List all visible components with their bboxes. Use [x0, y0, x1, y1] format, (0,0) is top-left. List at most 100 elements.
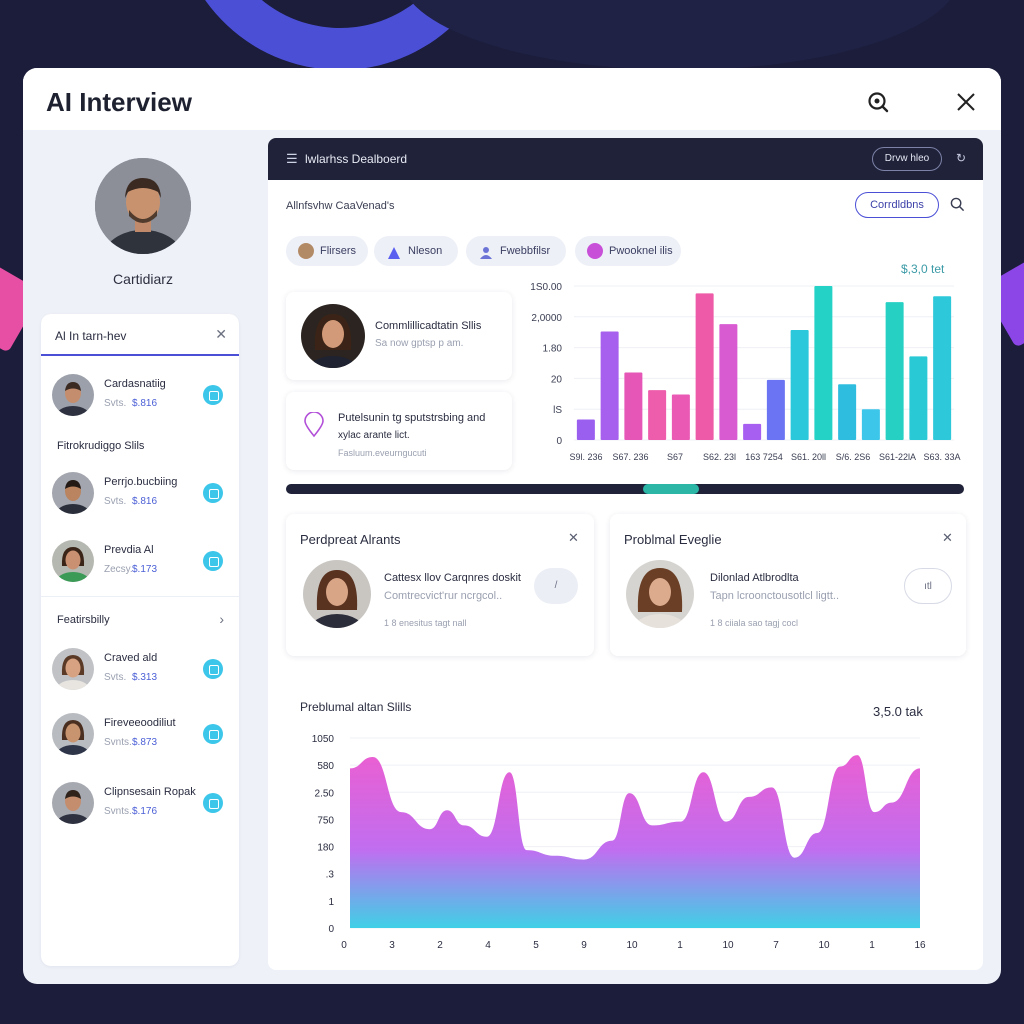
filter-chip[interactable]: Fwebbfilsr — [466, 236, 566, 266]
close-icon[interactable] — [954, 90, 978, 114]
app-title: AI Interview — [46, 87, 192, 117]
bar[interactable] — [600, 331, 619, 440]
dashboard-panel: ☰ lwlarhss Dealboerd Drvw hleo ↻ Allnfsv… — [268, 138, 983, 970]
item-score-label: Svnts. — [104, 806, 132, 817]
y-tick-label: 20 — [551, 374, 563, 385]
chevron-right-icon[interactable]: › — [219, 611, 224, 627]
note-line1: Putelsunin tg sputstrsbing and — [338, 412, 486, 424]
item-score: $.313 — [132, 672, 158, 683]
list-item[interactable]: Craved ald Svts. $.313 — [41, 640, 239, 700]
item-score-label: Svts. — [104, 672, 127, 683]
panel-title: Al In tarn-hev — [55, 329, 127, 343]
filter-chip[interactable]: Pwooknel ilis — [575, 236, 681, 266]
alert-action-button[interactable]: ıtl — [904, 568, 952, 604]
x-tick-label: S63. 33A — [923, 452, 960, 462]
note-card[interactable]: Putelsunin tg sputstrsbing and xylac ara… — [286, 392, 512, 470]
bar[interactable] — [671, 394, 690, 440]
bar[interactable] — [648, 390, 667, 440]
x-tick-label: 4 — [485, 940, 491, 951]
alert-meta: 1 8 enesitus tagt nall — [384, 618, 467, 628]
bar[interactable] — [743, 423, 762, 440]
item-name: Clipnsesain Ropak — [104, 786, 196, 798]
y-tick-label: 2,0000 — [531, 313, 562, 324]
search-icon[interactable] — [950, 197, 965, 215]
chip-label: Nleson — [408, 245, 443, 257]
select-check-icon[interactable] — [203, 385, 223, 405]
list-item[interactable]: Fireveeoodiliut Svnts. $.873 — [41, 705, 239, 765]
horizontal-scrollbar[interactable] — [286, 484, 964, 494]
candidates-button[interactable]: Corrdldbns — [855, 192, 939, 218]
sparkle-icon — [587, 243, 603, 259]
filter-chip[interactable]: Flirsers — [286, 236, 368, 266]
chip-label: Fwebbfilsr — [500, 245, 551, 257]
y-tick-label: 580 — [317, 761, 334, 772]
refresh-icon[interactable]: ↻ — [956, 151, 966, 165]
bar[interactable] — [719, 324, 738, 440]
panel-header: Al In tarn-hev ✕ — [41, 314, 239, 356]
bar[interactable] — [790, 330, 809, 440]
area-series[interactable] — [350, 755, 920, 928]
item-score-label: Svts. — [104, 496, 127, 507]
bar[interactable] — [766, 379, 785, 440]
hamburger-icon[interactable]: ☰ — [286, 151, 298, 167]
divider — [41, 596, 239, 597]
skill-title: Commlillicadtatin Sllis — [375, 320, 482, 332]
item-score: $.176 — [132, 806, 158, 817]
avatar — [303, 560, 371, 628]
select-check-icon[interactable] — [203, 551, 223, 571]
item-name: Prevdia Al — [104, 544, 154, 556]
bar[interactable] — [885, 302, 904, 440]
item-score-label: Svts. — [104, 398, 127, 409]
location-pin-icon — [304, 411, 324, 443]
list-item[interactable]: Cardasnatiig Svts. $.816 — [41, 366, 239, 426]
x-tick-label: 1 — [869, 940, 875, 951]
scrollbar-thumb[interactable] — [643, 484, 699, 494]
avatar — [52, 713, 94, 755]
close-icon[interactable]: ✕ — [568, 530, 579, 546]
select-check-icon[interactable] — [203, 659, 223, 679]
top-button[interactable]: Drvw hleo — [872, 147, 942, 171]
bar[interactable] — [695, 293, 714, 440]
bar[interactable] — [624, 372, 643, 440]
bar[interactable] — [861, 409, 880, 440]
filter-chip[interactable]: Nleson — [374, 236, 458, 266]
alert-card[interactable]: Perdpreat Alrants ✕ Cattesx llov Carqnre… — [286, 514, 594, 656]
bar[interactable] — [909, 356, 928, 440]
select-check-icon[interactable] — [203, 793, 223, 813]
list-item[interactable]: Prevdia Al Zecsy. $.173 — [41, 532, 239, 592]
user-icon — [478, 243, 494, 259]
avatar — [52, 472, 94, 514]
y-tick-label: 1050 — [312, 734, 335, 745]
close-icon[interactable]: ✕ — [215, 326, 227, 343]
x-tick-label: 163 7254 — [745, 452, 783, 462]
x-tick-label: 1 — [677, 940, 683, 951]
note-line2: xylac arante lict. — [338, 430, 410, 441]
search-icon[interactable] — [866, 90, 890, 114]
select-check-icon[interactable] — [203, 483, 223, 503]
bar[interactable] — [576, 419, 595, 440]
x-tick-label: 7 — [773, 940, 779, 951]
x-tick-label: 0 — [341, 940, 347, 951]
bar[interactable] — [814, 286, 833, 440]
bar[interactable] — [933, 296, 952, 440]
alert-action-button[interactable]: / — [534, 568, 578, 604]
skill-card[interactable]: Commlillicadtatin Sllis Sa now gptsp p a… — [286, 292, 512, 380]
close-icon[interactable]: ✕ — [942, 530, 953, 546]
candidate-name: Cartidiarz — [113, 271, 173, 287]
avatar — [52, 540, 94, 582]
y-tick-label: .3 — [326, 870, 335, 881]
dashboard-title: lwlarhss Dealboerd — [305, 152, 408, 166]
dashboard-subtitle: Allnfsvhw CaaVenad's — [286, 200, 395, 212]
x-tick-label: 10 — [626, 940, 638, 951]
list-item[interactable]: Perrjo.bucbiing Svts. $.816 — [41, 464, 239, 524]
x-tick-label: 3 — [389, 940, 395, 951]
bar-chart-value: $,3,0 tet — [901, 262, 945, 276]
bar[interactable] — [838, 384, 857, 440]
alert-card[interactable]: Problmal Eveglie ✕ Dilonlad Atlbrodlta T… — [610, 514, 966, 656]
avatar — [52, 782, 94, 824]
item-score: $.816 — [132, 496, 158, 507]
y-tick-label: 0 — [328, 924, 334, 935]
select-check-icon[interactable] — [203, 724, 223, 744]
list-item[interactable]: Clipnsesain Ropak Svnts. $.176 — [41, 774, 239, 834]
alert-name: Cattesx llov Carqnres doskit — [384, 572, 521, 584]
